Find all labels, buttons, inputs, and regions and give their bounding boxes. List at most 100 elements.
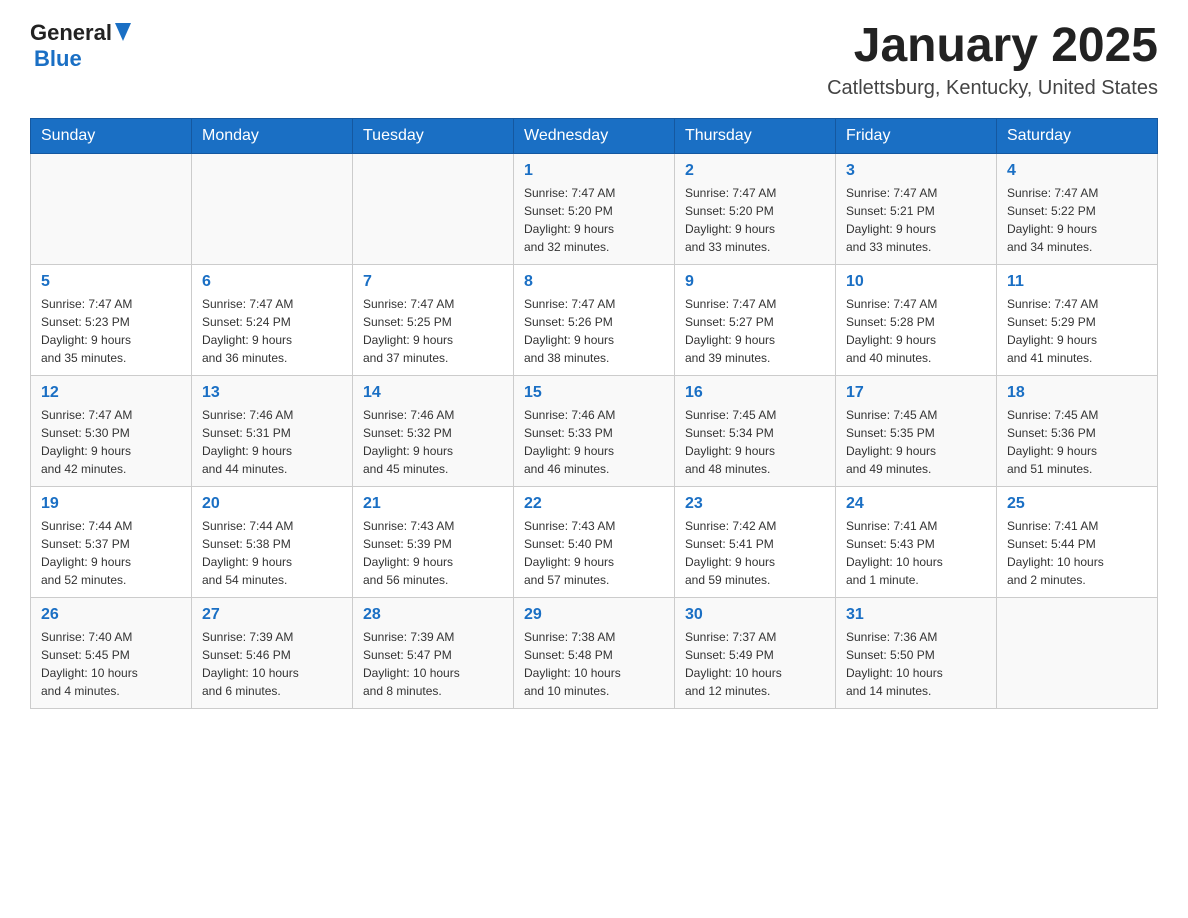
calendar-cell: 7 Sunrise: 7:47 AM Sunset: 5:25 PM Daylig…: [353, 264, 514, 375]
calendar-cell: 10Sunrise: 7:47 AM Sunset: 5:28 PM Dayli…: [836, 264, 997, 375]
day-info: Sunrise: 7:47 AM Sunset: 5:28 PM Dayligh…: [846, 295, 986, 367]
day-number: 6: [202, 273, 342, 291]
calendar-cell: 2 Sunrise: 7:47 AM Sunset: 5:20 PM Daylig…: [675, 153, 836, 264]
day-number: 30: [685, 606, 825, 624]
calendar-week-row: 1 Sunrise: 7:47 AM Sunset: 5:20 PM Daylig…: [31, 153, 1158, 264]
calendar-cell: 16 Sunrise: 7:45 AM Sunset: 5:34 PM Dayli…: [675, 375, 836, 486]
day-number: 16: [685, 384, 825, 402]
calendar-cell: 13Sunrise: 7:46 AM Sunset: 5:31 PM Dayli…: [192, 375, 353, 486]
calendar-header: SundayMondayTuesdayWednesdayThursdayFrid…: [31, 118, 1158, 153]
title-area: January 2025 Catlettsburg, Kentucky, Uni…: [827, 20, 1158, 100]
weekday-header-thursday: Thursday: [675, 118, 836, 153]
calendar-week-row: 5 Sunrise: 7:47 AM Sunset: 5:23 PM Daylig…: [31, 264, 1158, 375]
day-info: Sunrise: 7:47 AM Sunset: 5:30 PM Dayligh…: [41, 406, 181, 478]
day-info: Sunrise: 7:43 AM Sunset: 5:39 PM Dayligh…: [363, 517, 503, 589]
day-info: Sunrise: 7:47 AM Sunset: 5:29 PM Dayligh…: [1007, 295, 1147, 367]
day-info: Sunrise: 7:45 AM Sunset: 5:34 PM Dayligh…: [685, 406, 825, 478]
day-info: Sunrise: 7:47 AM Sunset: 5:26 PM Dayligh…: [524, 295, 664, 367]
day-info: Sunrise: 7:41 AM Sunset: 5:43 PM Dayligh…: [846, 517, 986, 589]
weekday-header-friday: Friday: [836, 118, 997, 153]
calendar-body: 1 Sunrise: 7:47 AM Sunset: 5:20 PM Daylig…: [31, 153, 1158, 708]
page-header: General Blue January 2025 Catlettsburg, …: [30, 20, 1158, 100]
calendar-cell: 14 Sunrise: 7:46 AM Sunset: 5:32 PM Dayli…: [353, 375, 514, 486]
calendar-subtitle: Catlettsburg, Kentucky, United States: [827, 77, 1158, 100]
weekday-header-saturday: Saturday: [997, 118, 1158, 153]
calendar-cell: 27 Sunrise: 7:39 AM Sunset: 5:46 PM Dayli…: [192, 597, 353, 708]
day-number: 27: [202, 606, 342, 624]
calendar-cell: [192, 153, 353, 264]
day-number: 20: [202, 495, 342, 513]
day-info: Sunrise: 7:47 AM Sunset: 5:24 PM Dayligh…: [202, 295, 342, 367]
day-info: Sunrise: 7:36 AM Sunset: 5:50 PM Dayligh…: [846, 628, 986, 700]
day-info: Sunrise: 7:43 AM Sunset: 5:40 PM Dayligh…: [524, 517, 664, 589]
calendar-cell: 15Sunrise: 7:46 AM Sunset: 5:33 PM Dayli…: [514, 375, 675, 486]
day-info: Sunrise: 7:46 AM Sunset: 5:32 PM Dayligh…: [363, 406, 503, 478]
day-number: 24: [846, 495, 986, 513]
day-number: 23: [685, 495, 825, 513]
calendar-cell: 29Sunrise: 7:38 AM Sunset: 5:48 PM Dayli…: [514, 597, 675, 708]
day-info: Sunrise: 7:46 AM Sunset: 5:33 PM Dayligh…: [524, 406, 664, 478]
calendar-cell: 28 Sunrise: 7:39 AM Sunset: 5:47 PM Dayli…: [353, 597, 514, 708]
calendar-table: SundayMondayTuesdayWednesdayThursdayFrid…: [30, 118, 1158, 709]
day-number: 11: [1007, 273, 1147, 291]
day-number: 4: [1007, 162, 1147, 180]
calendar-cell: 6 Sunrise: 7:47 AM Sunset: 5:24 PM Daylig…: [192, 264, 353, 375]
calendar-cell: 31Sunrise: 7:36 AM Sunset: 5:50 PM Dayli…: [836, 597, 997, 708]
calendar-cell: 22Sunrise: 7:43 AM Sunset: 5:40 PM Dayli…: [514, 486, 675, 597]
calendar-cell: 17 Sunrise: 7:45 AM Sunset: 5:35 PM Dayli…: [836, 375, 997, 486]
calendar-cell: 5 Sunrise: 7:47 AM Sunset: 5:23 PM Daylig…: [31, 264, 192, 375]
day-number: 19: [41, 495, 181, 513]
calendar-cell: [31, 153, 192, 264]
day-number: 17: [846, 384, 986, 402]
calendar-cell: [353, 153, 514, 264]
day-number: 2: [685, 162, 825, 180]
day-info: Sunrise: 7:47 AM Sunset: 5:20 PM Dayligh…: [685, 184, 825, 256]
day-number: 28: [363, 606, 503, 624]
weekday-header-row: SundayMondayTuesdayWednesdayThursdayFrid…: [31, 118, 1158, 153]
day-info: Sunrise: 7:47 AM Sunset: 5:25 PM Dayligh…: [363, 295, 503, 367]
day-number: 3: [846, 162, 986, 180]
weekday-header-sunday: Sunday: [31, 118, 192, 153]
day-number: 18: [1007, 384, 1147, 402]
logo: General Blue: [30, 20, 131, 72]
day-info: Sunrise: 7:44 AM Sunset: 5:38 PM Dayligh…: [202, 517, 342, 589]
calendar-cell: [997, 597, 1158, 708]
day-number: 14: [363, 384, 503, 402]
day-number: 21: [363, 495, 503, 513]
calendar-cell: 1 Sunrise: 7:47 AM Sunset: 5:20 PM Daylig…: [514, 153, 675, 264]
day-number: 5: [41, 273, 181, 291]
day-info: Sunrise: 7:47 AM Sunset: 5:23 PM Dayligh…: [41, 295, 181, 367]
day-info: Sunrise: 7:47 AM Sunset: 5:27 PM Dayligh…: [685, 295, 825, 367]
day-info: Sunrise: 7:42 AM Sunset: 5:41 PM Dayligh…: [685, 517, 825, 589]
calendar-cell: 23 Sunrise: 7:42 AM Sunset: 5:41 PM Dayli…: [675, 486, 836, 597]
day-info: Sunrise: 7:39 AM Sunset: 5:47 PM Dayligh…: [363, 628, 503, 700]
day-info: Sunrise: 7:46 AM Sunset: 5:31 PM Dayligh…: [202, 406, 342, 478]
weekday-header-monday: Monday: [192, 118, 353, 153]
day-number: 1: [524, 162, 664, 180]
day-info: Sunrise: 7:40 AM Sunset: 5:45 PM Dayligh…: [41, 628, 181, 700]
calendar-title: January 2025: [827, 20, 1158, 73]
calendar-cell: 11 Sunrise: 7:47 AM Sunset: 5:29 PM Dayli…: [997, 264, 1158, 375]
day-number: 7: [363, 273, 503, 291]
calendar-cell: 12Sunrise: 7:47 AM Sunset: 5:30 PM Dayli…: [31, 375, 192, 486]
day-number: 26: [41, 606, 181, 624]
day-info: Sunrise: 7:45 AM Sunset: 5:35 PM Dayligh…: [846, 406, 986, 478]
calendar-cell: 20 Sunrise: 7:44 AM Sunset: 5:38 PM Dayli…: [192, 486, 353, 597]
calendar-week-row: 12Sunrise: 7:47 AM Sunset: 5:30 PM Dayli…: [31, 375, 1158, 486]
day-number: 9: [685, 273, 825, 291]
calendar-cell: 26 Sunrise: 7:40 AM Sunset: 5:45 PM Dayli…: [31, 597, 192, 708]
day-info: Sunrise: 7:41 AM Sunset: 5:44 PM Dayligh…: [1007, 517, 1147, 589]
calendar-cell: 19 Sunrise: 7:44 AM Sunset: 5:37 PM Dayli…: [31, 486, 192, 597]
day-info: Sunrise: 7:39 AM Sunset: 5:46 PM Dayligh…: [202, 628, 342, 700]
logo-blue-text: Blue: [34, 46, 82, 72]
day-info: Sunrise: 7:38 AM Sunset: 5:48 PM Dayligh…: [524, 628, 664, 700]
calendar-cell: 8 Sunrise: 7:47 AM Sunset: 5:26 PM Daylig…: [514, 264, 675, 375]
calendar-cell: 9 Sunrise: 7:47 AM Sunset: 5:27 PM Daylig…: [675, 264, 836, 375]
day-info: Sunrise: 7:47 AM Sunset: 5:20 PM Dayligh…: [524, 184, 664, 256]
day-info: Sunrise: 7:44 AM Sunset: 5:37 PM Dayligh…: [41, 517, 181, 589]
calendar-week-row: 26 Sunrise: 7:40 AM Sunset: 5:45 PM Dayli…: [31, 597, 1158, 708]
day-number: 8: [524, 273, 664, 291]
day-number: 25: [1007, 495, 1147, 513]
calendar-cell: 18Sunrise: 7:45 AM Sunset: 5:36 PM Dayli…: [997, 375, 1158, 486]
calendar-week-row: 19 Sunrise: 7:44 AM Sunset: 5:37 PM Dayli…: [31, 486, 1158, 597]
